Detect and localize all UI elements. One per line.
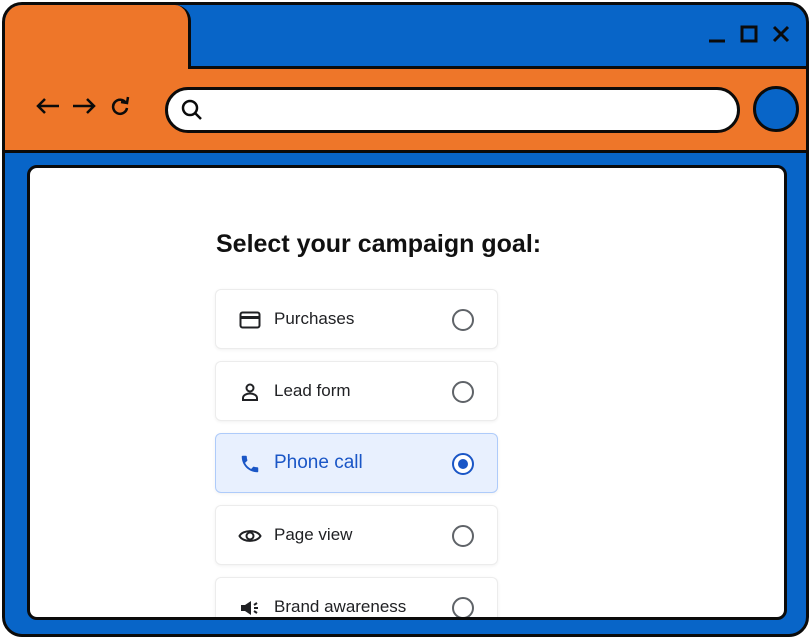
nav-bar (5, 66, 806, 150)
arrow-right-icon[interactable] (71, 93, 97, 119)
goal-option-lead-form[interactable]: Lead form (215, 361, 498, 421)
radio-button[interactable] (452, 309, 474, 331)
nav-buttons (35, 93, 133, 119)
radio-button[interactable] (452, 381, 474, 403)
option-label: Page view (274, 525, 353, 544)
maximize-icon[interactable] (738, 23, 760, 45)
radio-button[interactable] (452, 597, 474, 617)
window-controls (706, 23, 792, 45)
megaphone-icon (238, 596, 262, 617)
radio-button-selected[interactable] (452, 453, 474, 475)
page-title: Select your campaign goal: (216, 230, 542, 258)
page-content: Select your campaign goal: Purchases Lea… (27, 165, 787, 620)
goal-option-purchases[interactable]: Purchases (215, 289, 498, 349)
goal-option-page-view[interactable]: Page view (215, 505, 498, 565)
minimize-icon[interactable] (706, 23, 728, 45)
browser-tab[interactable] (5, 5, 191, 69)
arrow-left-icon[interactable] (35, 93, 61, 119)
profile-avatar[interactable] (753, 86, 799, 132)
goal-option-brand-awareness[interactable]: Brand awareness (215, 577, 498, 617)
credit-card-icon (238, 308, 262, 332)
option-label: Brand awareness (274, 597, 407, 616)
option-label: Phone call (274, 452, 363, 473)
option-label: Purchases (274, 309, 355, 328)
search-icon (180, 98, 204, 127)
option-label: Lead form (274, 381, 351, 400)
reload-icon[interactable] (107, 93, 133, 119)
browser-toolbar (5, 5, 806, 153)
address-input[interactable] (212, 96, 716, 126)
address-bar[interactable] (165, 87, 740, 133)
eye-icon (238, 524, 262, 548)
browser-window: Select your campaign goal: Purchases Lea… (2, 2, 809, 637)
goal-option-phone-call[interactable]: Phone call (215, 433, 498, 493)
close-icon[interactable] (770, 23, 792, 45)
phone-icon (238, 452, 262, 476)
radio-button[interactable] (452, 525, 474, 547)
person-icon (238, 380, 262, 404)
